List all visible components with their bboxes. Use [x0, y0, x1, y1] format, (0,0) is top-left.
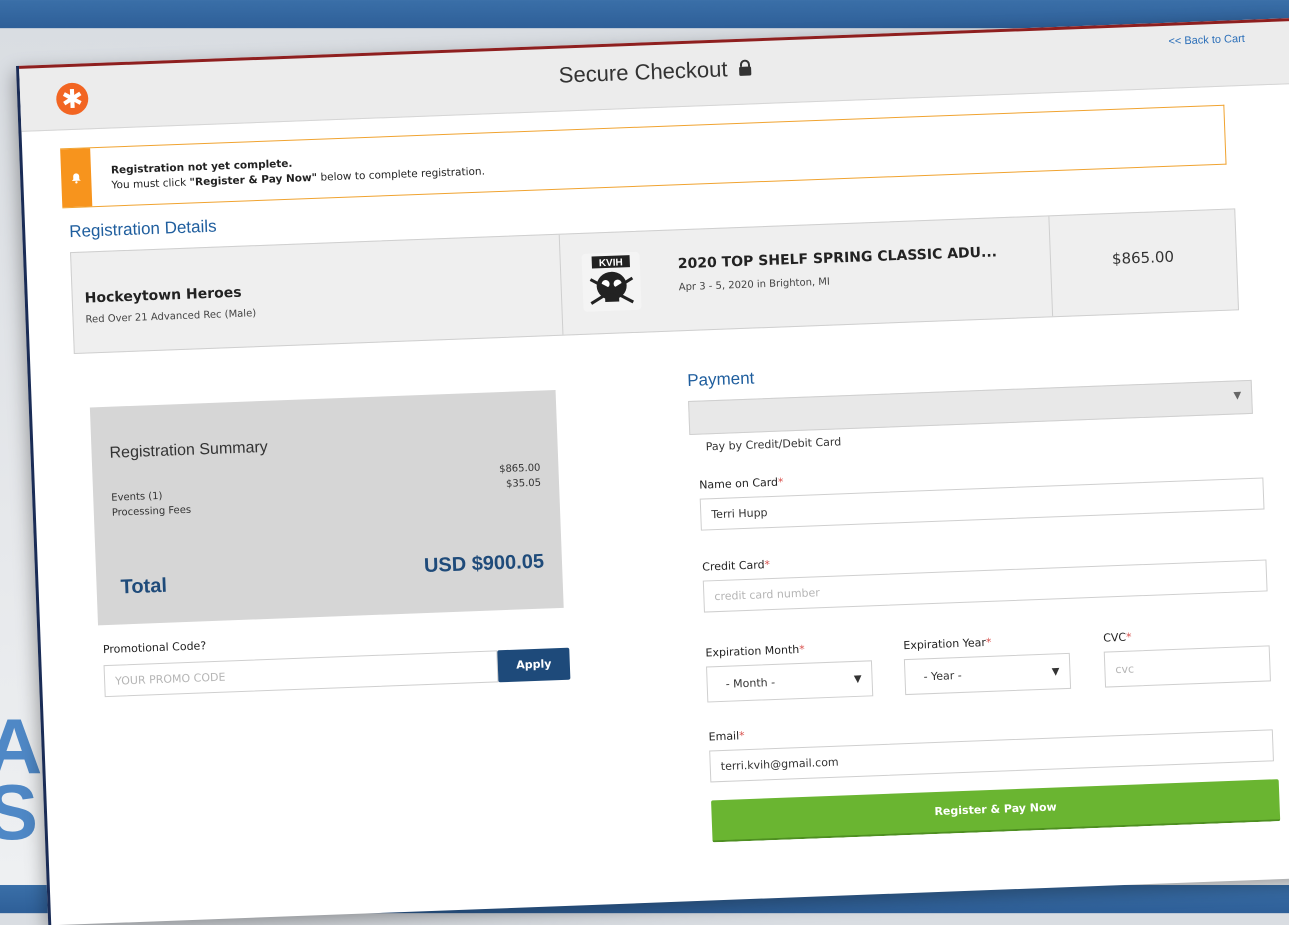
dropdown-caret-icon: ▼	[1233, 390, 1242, 402]
summary-title: Registration Summary	[109, 438, 269, 462]
credit-card-label-text: Credit Card	[702, 558, 765, 574]
team-cell: Hockeytown Heroes Red Over 21 Advanced R…	[71, 234, 564, 353]
cvc-input[interactable]: cvc	[1103, 645, 1271, 688]
dropdown-caret-icon: ▼	[853, 673, 862, 685]
skull-logo-icon: KVIH	[589, 255, 634, 305]
email-label: Email*	[708, 729, 744, 743]
cvc-label: CVC*	[1103, 631, 1132, 645]
cvc-label-text: CVC	[1102, 630, 1127, 645]
required-marker: *	[764, 558, 771, 572]
team-name: Hockeytown Heroes	[84, 284, 242, 307]
event-logo-text: KVIH	[599, 257, 623, 269]
price-cell: $865.00	[1048, 209, 1238, 316]
summary-row-value: $865.00	[498, 462, 541, 476]
expiration-month-value: - Month -	[725, 675, 776, 691]
summary-total-amount: USD $900.05	[423, 550, 545, 578]
registration-summary: Registration Summary Events (1) Processi…	[89, 389, 564, 626]
event-logo-icon: KVIH	[581, 251, 642, 312]
summary-row-value: $35.05	[505, 477, 542, 490]
alert-stripe	[60, 148, 93, 208]
payment-method-select[interactable]: ▼	[688, 379, 1253, 435]
dropdown-caret-icon: ▼	[1051, 666, 1060, 678]
name-on-card-label: Name on Card*	[699, 476, 784, 492]
team-division: Red Over 21 Advanced Rec (Male)	[85, 308, 257, 326]
name-on-card-input[interactable]: Terri Hupp	[699, 477, 1265, 531]
payment-heading: Payment	[686, 368, 755, 391]
credit-card-input[interactable]: credit card number	[702, 559, 1268, 613]
summary-row-label: Processing Fees	[111, 504, 192, 519]
required-marker: *	[985, 635, 992, 650]
expiration-month-label-text: Expiration Month	[705, 643, 800, 660]
expiration-year-select[interactable]: - Year - ▼	[903, 652, 1072, 696]
bell-icon	[71, 173, 81, 184]
expiration-month-select[interactable]: - Month - ▼	[706, 660, 874, 703]
register-pay-now-button[interactable]: Register & Pay Now	[711, 779, 1281, 843]
required-marker: *	[738, 729, 745, 743]
alert-message-bold: "Register & Pay Now"	[189, 171, 318, 189]
credit-card-label: Credit Card*	[702, 558, 770, 574]
checkout-card: ✱ Secure Checkout << Back to Cart Regist…	[16, 18, 1289, 925]
expiration-year-label: Expiration Year*	[903, 636, 992, 652]
lock-icon	[739, 59, 752, 76]
summary-labels: Events (1) Processing Fees	[111, 488, 191, 521]
alert-text: Registration not yet complete. You must …	[111, 149, 486, 193]
summary-total-label: Total	[120, 574, 168, 599]
expiration-year-label-text: Expiration Year	[903, 636, 987, 653]
required-marker: *	[799, 642, 805, 657]
required-marker: *	[777, 475, 784, 489]
required-marker: *	[1125, 630, 1132, 644]
expiration-year-value: - Year -	[923, 668, 963, 684]
registration-table: Hockeytown Heroes Red Over 21 Advanced R…	[70, 208, 1240, 355]
page-title-text: Secure Checkout	[558, 56, 728, 88]
email-label-text: Email	[708, 729, 740, 744]
payment-method-value: Pay by Credit/Debit Card	[705, 435, 842, 454]
alert-message-pre: You must click	[111, 176, 190, 192]
name-on-card-label-text: Name on Card	[698, 475, 779, 492]
event-price: $865.00	[1111, 247, 1175, 269]
expiration-month-label: Expiration Month*	[705, 643, 805, 660]
event-cell: KVIH 2020 TOP SHELF SPRING CLASSIC ADU..…	[558, 216, 1054, 335]
event-name: 2020 TOP SHELF SPRING CLASSIC ADU...	[677, 244, 998, 273]
email-input[interactable]: terri.kvih@gmail.com	[709, 729, 1274, 783]
promo-code-label: Promotional Code?	[102, 639, 207, 657]
page-title: Secure Checkout	[20, 35, 1289, 109]
background-letters: A S	[0, 707, 42, 856]
event-date: Apr 3 - 5, 2020 in Brighton, MI	[678, 276, 831, 294]
registration-details-heading: Registration Details	[68, 216, 217, 242]
background-letter-s: S	[0, 768, 39, 856]
promo-code-input[interactable]: YOUR PROMO CODE	[103, 650, 499, 698]
summary-values: $865.00 $35.05	[499, 461, 541, 493]
apply-promo-button[interactable]: Apply	[497, 647, 571, 683]
